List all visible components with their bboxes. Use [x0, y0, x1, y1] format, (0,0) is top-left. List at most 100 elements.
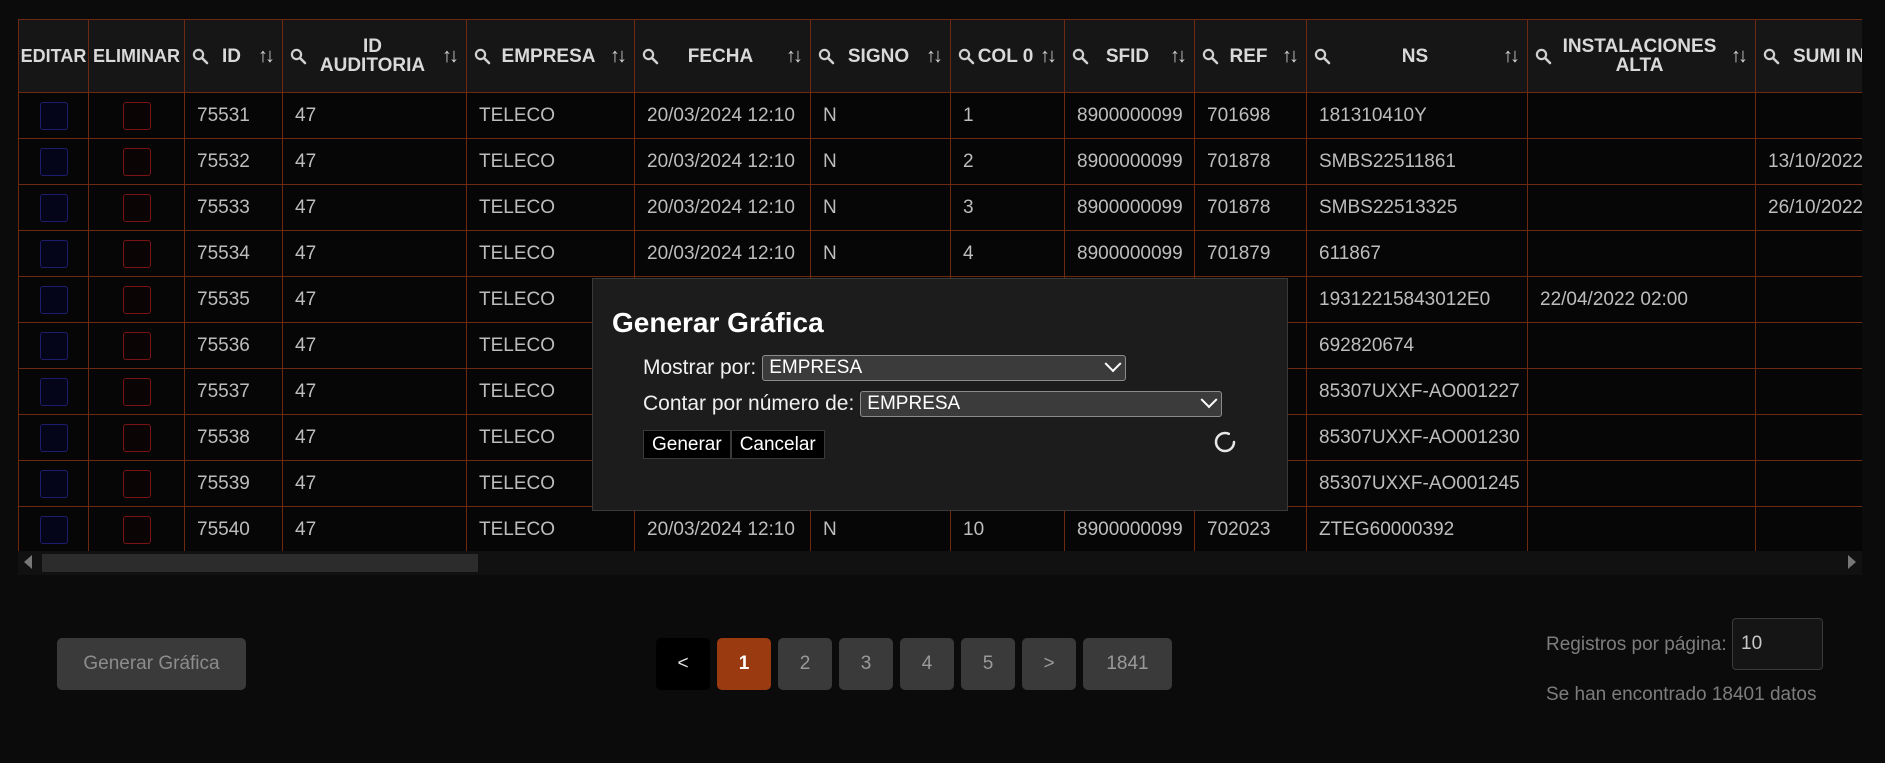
sort-arrows-icon[interactable]: ↑↓ [604, 45, 630, 68]
search-icon[interactable] [1069, 48, 1091, 65]
column-header-id-auditoria[interactable]: ID AUDITORIA ↑↓ [282, 19, 467, 93]
column-header-suministro-instalacion[interactable]: SUMI INSTAL [1755, 19, 1862, 93]
table-cell [1755, 368, 1862, 415]
delete-checkbox[interactable] [122, 377, 151, 406]
sort-arrows-icon[interactable]: ↑↓ [436, 45, 462, 68]
edit-checkbox[interactable] [39, 147, 68, 176]
sort-arrows-icon[interactable]: ↑↓ [1164, 45, 1190, 68]
delete-checkbox[interactable] [122, 515, 151, 544]
edit-checkbox[interactable] [39, 469, 68, 498]
pagination-page-5[interactable]: 5 [961, 638, 1015, 690]
search-icon[interactable] [639, 48, 661, 65]
pagination-prev-button[interactable]: < [656, 638, 710, 690]
table-cell: N [810, 92, 951, 139]
column-header-editar[interactable]: EDITAR [18, 19, 89, 93]
table-cell: 26/10/2022 [1755, 184, 1862, 231]
delete-checkbox[interactable] [122, 193, 151, 222]
table-cell [1527, 92, 1756, 139]
records-found-text: Se han encontrado 18401 datos [1546, 684, 1817, 705]
edit-checkbox[interactable] [39, 193, 68, 222]
table-cell: 2 [950, 138, 1065, 185]
delete-checkbox[interactable] [122, 331, 151, 360]
pagination-page-2[interactable]: 2 [778, 638, 832, 690]
search-icon[interactable] [287, 48, 309, 65]
sort-arrows-icon[interactable]: ↑↓ [252, 45, 278, 68]
column-header-instalaciones-alta[interactable]: INSTALACIONES ALTA ↑↓ [1527, 19, 1756, 93]
horizontal-scrollbar[interactable] [18, 551, 1862, 575]
table-cell: 47 [282, 322, 467, 369]
records-per-page-input[interactable] [1732, 618, 1823, 670]
edit-cell [18, 184, 89, 231]
scroll-left-arrow-icon[interactable] [24, 555, 32, 569]
sort-arrows-icon[interactable]: ↑↓ [920, 45, 946, 68]
search-icon[interactable] [955, 48, 977, 65]
search-icon[interactable] [1311, 48, 1333, 65]
column-header-ref[interactable]: REF ↑↓ [1194, 19, 1307, 93]
table-cell: N [810, 230, 951, 277]
generate-button[interactable]: Generar [643, 430, 731, 459]
edit-checkbox[interactable] [39, 285, 68, 314]
table-cell: 692820674 [1306, 322, 1528, 369]
search-icon[interactable] [1532, 48, 1554, 65]
edit-checkbox[interactable] [39, 101, 68, 130]
column-header-signo[interactable]: SIGNO ↑↓ [810, 19, 951, 93]
delete-checkbox[interactable] [122, 147, 151, 176]
edit-checkbox[interactable] [39, 423, 68, 452]
pagination-page-4[interactable]: 4 [900, 638, 954, 690]
chevron-down-icon [1104, 355, 1122, 373]
cancel-button[interactable]: Cancelar [730, 430, 825, 459]
search-icon[interactable] [815, 48, 837, 65]
delete-checkbox[interactable] [122, 423, 151, 452]
edit-checkbox[interactable] [39, 239, 68, 268]
scrollbar-thumb[interactable] [42, 554, 478, 572]
sort-arrows-icon[interactable]: ↑↓ [1034, 45, 1060, 68]
edit-checkbox[interactable] [39, 331, 68, 360]
pagination-page-3[interactable]: 3 [839, 638, 893, 690]
column-header-ns[interactable]: NS ↑↓ [1306, 19, 1528, 93]
pagination-last-page[interactable]: 1841 [1083, 638, 1172, 690]
delete-checkbox[interactable] [122, 239, 151, 268]
pagination-next-button[interactable]: > [1022, 638, 1076, 690]
column-header-eliminar[interactable]: ELIMINAR [88, 19, 185, 93]
column-header-id[interactable]: ID ↑↓ [184, 19, 283, 93]
table-cell: 701879 [1194, 230, 1307, 277]
edit-checkbox[interactable] [39, 377, 68, 406]
table-cell: 8900000099 [1064, 184, 1195, 231]
modal-title: Generar Gráfica [612, 307, 824, 338]
pagination-page-1[interactable]: 1 [717, 638, 771, 690]
search-icon[interactable] [471, 48, 493, 65]
table-cell: 20/03/2024 12:10 [634, 138, 811, 185]
delete-checkbox[interactable] [122, 469, 151, 498]
scroll-right-arrow-icon[interactable] [1848, 555, 1856, 569]
delete-cell [88, 184, 185, 231]
sort-arrows-icon[interactable]: ↑↓ [780, 45, 806, 68]
table-cell: 75538 [184, 414, 283, 461]
table-cell: 47 [282, 368, 467, 415]
sort-arrows-icon[interactable]: ↑↓ [1497, 45, 1523, 68]
table-cell: 20/03/2024 12:10 [634, 230, 811, 277]
table-cell [1527, 414, 1756, 461]
delete-checkbox[interactable] [122, 101, 151, 130]
edit-checkbox[interactable] [39, 515, 68, 544]
search-icon[interactable] [189, 48, 211, 65]
search-icon[interactable] [1760, 48, 1782, 65]
generate-chart-modal: Generar Gráfica Mostrar por: EMPRESA Con… [592, 278, 1288, 511]
sort-arrows-icon[interactable]: ↑↓ [1725, 45, 1751, 68]
search-icon[interactable] [1199, 48, 1221, 65]
column-header-col0[interactable]: COL 0 ↑↓ [950, 19, 1065, 93]
show-by-select[interactable]: EMPRESA [762, 355, 1127, 381]
column-header-sfid[interactable]: SFID ↑↓ [1064, 19, 1195, 93]
table-row: 75533 47 TELECO 20/03/2024 12:10 N 3 890000009… [18, 184, 1862, 231]
column-header-empresa[interactable]: EMPRESA ↑↓ [466, 19, 635, 93]
table-cell: 10 [950, 506, 1065, 553]
column-header-fecha[interactable]: FECHA ↑↓ [634, 19, 811, 93]
count-by-select[interactable]: EMPRESA [860, 391, 1223, 417]
table-cell: 8900000099 [1064, 138, 1195, 185]
delete-checkbox[interactable] [122, 285, 151, 314]
table-cell [1527, 138, 1756, 185]
edit-cell [18, 414, 89, 461]
table-cell: 701698 [1194, 92, 1307, 139]
sort-arrows-icon[interactable]: ↑↓ [1276, 45, 1302, 68]
count-by-selected-value: EMPRESA [867, 393, 961, 414]
generate-chart-button[interactable]: Generar Gráfica [57, 638, 246, 690]
